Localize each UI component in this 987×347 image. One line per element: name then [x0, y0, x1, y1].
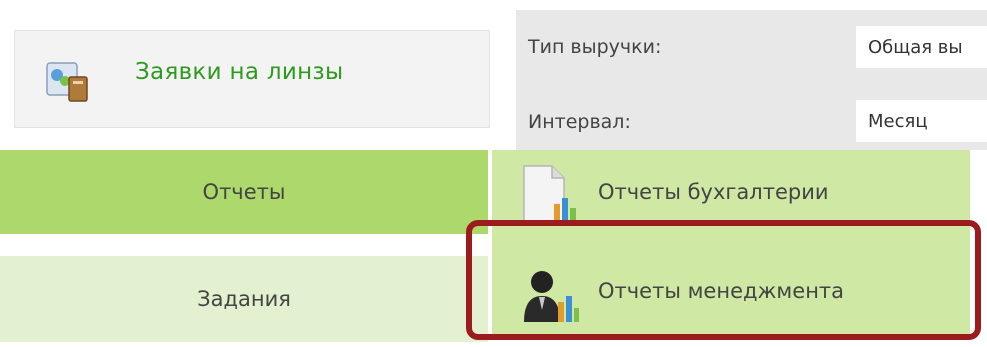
interval-select[interactable]: Месяц — [856, 100, 987, 142]
revenue-type-select[interactable]: Общая вы — [856, 26, 987, 68]
lens-requests-icon — [43, 57, 91, 105]
highlight-annotation — [466, 220, 981, 340]
filter-panel: Тип выручки: Общая вы Интервал: Месяц — [516, 10, 987, 150]
interval-label: Интервал: — [528, 111, 631, 133]
submenu-item-label: Отчеты бухгалтерии — [598, 180, 829, 204]
revenue-type-label: Тип выручки: — [528, 36, 662, 58]
sidebar-item-label: Отчеты — [202, 180, 286, 204]
accounting-report-icon — [520, 164, 580, 226]
sidebar-item-reports[interactable]: Отчеты — [0, 150, 488, 234]
sidebar-item-tasks[interactable]: Задания — [0, 256, 488, 342]
sidebar-item-label: Задания — [197, 287, 291, 311]
lens-requests-label: Заявки на линзы — [135, 59, 344, 85]
lens-requests-card[interactable]: Заявки на линзы — [14, 30, 490, 128]
